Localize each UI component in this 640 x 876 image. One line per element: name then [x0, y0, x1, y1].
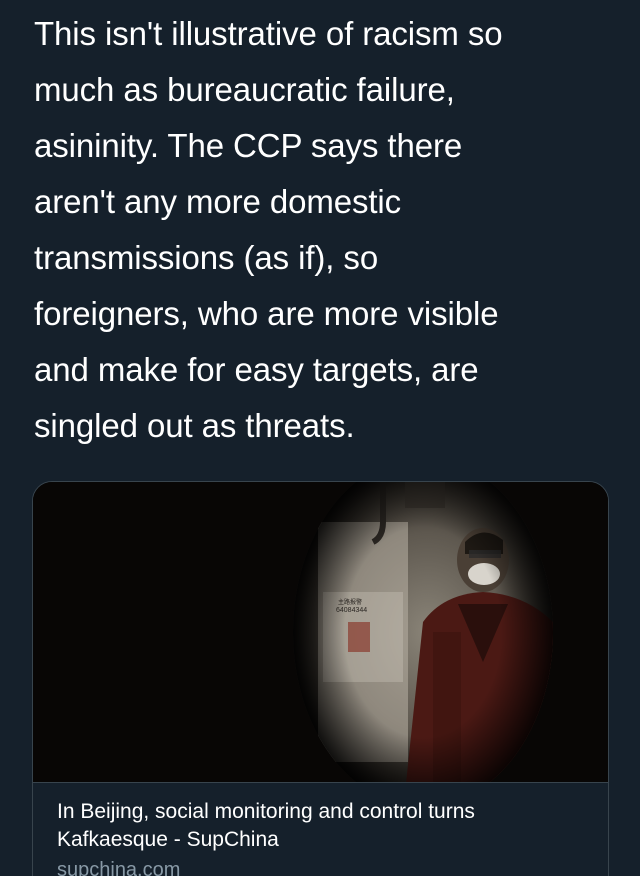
link-preview-image[interactable]: 主路报警 64084344	[33, 482, 608, 783]
tweet-text-line: and make for easy targets, are	[34, 351, 479, 388]
link-preview-meta[interactable]: In Beijing, social monitoring and contro…	[57, 798, 587, 876]
door-sign-line: 64084344	[336, 607, 367, 614]
link-preview-domain: supchina.com	[57, 859, 181, 876]
link-preview-title-line: Kafkaesque - SupChina	[57, 828, 279, 851]
tweet-text-line: foreigners, who are more visible	[34, 295, 499, 332]
tweet-text-line: asininity. The CCP says there	[34, 127, 463, 164]
tweet-text-line: transmissions (as if), so	[34, 239, 379, 276]
link-preview-title-line: In Beijing, social monitoring and contro…	[57, 800, 475, 823]
tweet-text-line: This isn't illustrative of racism so	[34, 15, 503, 52]
tweet-text-line: much as bureaucratic failure,	[34, 71, 455, 108]
door-sign-line: 主路报警	[338, 598, 362, 606]
peephole-photo: 主路报警 64084344	[33, 482, 608, 782]
tweet-text-line: singled out as threats.	[34, 407, 355, 444]
link-preview-card[interactable]: 主路报警 64084344 In Beijing, social monitor…	[32, 481, 609, 876]
link-preview-title[interactable]: In Beijing, social monitoring and contro…	[57, 798, 587, 854]
tweet-text-line: aren't any more domestic	[34, 183, 402, 220]
tweet-text: This isn't illustrative of racism so muc…	[34, 6, 614, 454]
